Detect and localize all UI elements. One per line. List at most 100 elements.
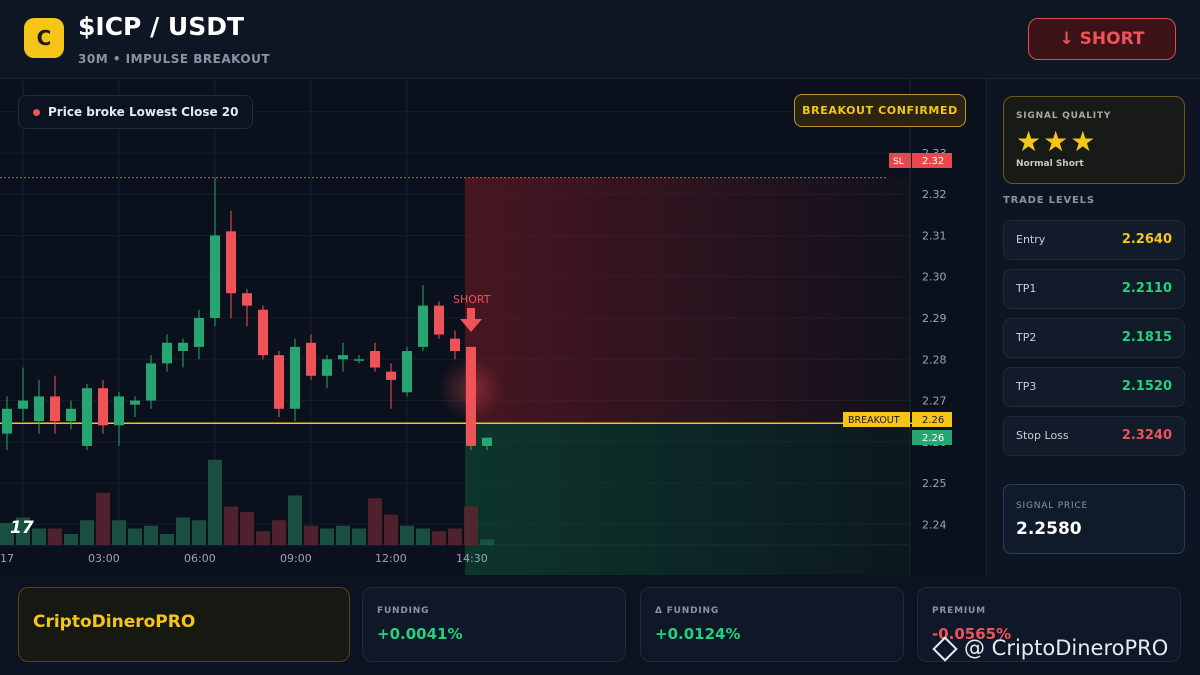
candle-body[interactable]	[322, 359, 332, 376]
signal-quality-desc: Normal Short	[1016, 159, 1084, 169]
star-rating-icon: ★★★	[1016, 125, 1098, 158]
volume-bar	[160, 534, 174, 545]
price-chart[interactable]: 2.342.332.322.312.302.292.282.272.262.25…	[0, 79, 986, 575]
volume-bar	[112, 520, 126, 545]
candle-body[interactable]	[354, 359, 364, 361]
short-button[interactable]: ↓ SHORT	[1028, 18, 1176, 60]
sl-tag-text: SL	[893, 157, 904, 167]
trade-levels-title: TRADE LEVELS	[1003, 195, 1095, 206]
volume-bar	[400, 525, 414, 545]
candle-body[interactable]	[2, 408, 12, 434]
candle-body[interactable]	[338, 355, 348, 360]
candle-body[interactable]	[130, 400, 140, 405]
level-label: Stop Loss	[1016, 429, 1069, 442]
level-value: 2.1815	[1121, 330, 1172, 345]
level-value: 2.2640	[1121, 232, 1172, 247]
breakout-price-label: 2.26	[912, 412, 952, 427]
delta-funding-label: Δ FUNDING	[655, 606, 720, 616]
volume-bar	[352, 528, 366, 545]
strategy-subtitle: 30M • IMPULSE BREAKOUT	[78, 52, 271, 66]
volume-bar	[480, 539, 494, 545]
signal-sidebar: SIGNAL QUALITY ★★★ Normal Short TRADE LE…	[986, 79, 1200, 575]
candle-body[interactable]	[370, 351, 380, 368]
signal-price-label: SIGNAL PRICE	[1016, 501, 1089, 511]
candle-body[interactable]	[66, 408, 76, 422]
candle-body[interactable]	[98, 388, 108, 426]
candle-body[interactable]	[418, 305, 428, 347]
signal-quality-card: SIGNAL QUALITY ★★★ Normal Short	[1003, 96, 1185, 184]
candle-body[interactable]	[18, 400, 28, 409]
level-value: 2.2110	[1121, 281, 1172, 296]
y-tick-label: 2.24	[922, 518, 947, 531]
signal-price-value: 2.2580	[1016, 519, 1082, 539]
volume-bar	[336, 525, 350, 545]
candle-body[interactable]	[226, 231, 236, 294]
volume-bar	[256, 531, 270, 545]
x-tick-label: 14:30	[456, 552, 488, 565]
candle-body[interactable]	[306, 342, 316, 376]
level-value: 2.1520	[1121, 379, 1172, 394]
candle-body[interactable]	[450, 338, 460, 352]
header: C $ICP / USDT 30M • IMPULSE BREAKOUT ↓ S…	[0, 0, 1200, 79]
candle-body[interactable]	[274, 355, 284, 409]
delta-funding-card: Δ FUNDING +0.0124%	[640, 587, 904, 662]
candle-body[interactable]	[146, 363, 156, 401]
volume-bar	[320, 528, 334, 545]
candle-body[interactable]	[482, 437, 492, 446]
legend-text: Price broke Lowest Close 20	[48, 105, 239, 119]
candle-body[interactable]	[34, 396, 44, 422]
level-label: TP3	[1016, 380, 1037, 393]
candle-body[interactable]	[402, 351, 412, 393]
candle-body[interactable]	[290, 346, 300, 409]
breakout-price-text: 2.26	[922, 415, 944, 426]
level-label: TP1	[1016, 282, 1037, 295]
coin-logo: C	[24, 18, 64, 58]
volume-bar	[416, 528, 430, 545]
volume-bar	[464, 506, 478, 545]
x-tick-label: 09:00	[280, 552, 312, 565]
level-tp3: TP3 2.1520	[1003, 367, 1185, 407]
level-label: TP2	[1016, 331, 1037, 344]
candle-body[interactable]	[114, 396, 124, 426]
candle-body[interactable]	[258, 309, 268, 356]
brand-name: CriptoDineroPRO	[33, 612, 196, 632]
volume-bar	[304, 525, 318, 545]
y-tick-label: 2.32	[922, 188, 947, 201]
level-tp1: TP1 2.2110	[1003, 269, 1185, 309]
candle-body[interactable]	[178, 342, 188, 352]
volume-bar	[208, 459, 222, 545]
candle-body[interactable]	[210, 235, 220, 318]
volume-bar	[368, 498, 382, 545]
footer: CriptoDineroPRO FUNDING +0.0041% Δ FUNDI…	[0, 575, 1200, 675]
brand-card: CriptoDineroPRO	[18, 587, 350, 662]
x-tick-label: 17	[0, 552, 14, 565]
candle-body[interactable]	[50, 396, 60, 422]
breakout-tag-text: BREAKOUT	[848, 415, 900, 426]
sl-price-label: 2.32	[912, 153, 952, 168]
volume-bar	[384, 514, 398, 545]
candle-body[interactable]	[242, 293, 252, 306]
premium-label: PREMIUM	[932, 606, 986, 616]
candle-body[interactable]	[194, 318, 204, 347]
volume-bar	[96, 492, 110, 545]
volume-bar	[432, 531, 446, 545]
candle-body[interactable]	[82, 388, 92, 446]
candle-body[interactable]	[386, 371, 396, 380]
y-tick-label: 2.30	[922, 271, 947, 284]
watermark-text: @ CriptoDineroPRO	[964, 636, 1169, 660]
y-tick-label: 2.29	[922, 312, 947, 325]
level-value: 2.3240	[1121, 428, 1172, 443]
watermark: @ CriptoDineroPRO	[932, 636, 1169, 662]
volume-bar	[32, 528, 46, 545]
candle-body[interactable]	[466, 346, 476, 446]
level-entry: Entry 2.2640	[1003, 220, 1185, 260]
last-price-text: 2.26	[922, 433, 944, 444]
candle-body[interactable]	[434, 305, 444, 335]
risk-zone	[465, 177, 910, 424]
last-price-label: 2.26	[912, 430, 952, 445]
candlestick-chart[interactable]: 2.342.332.322.312.302.292.282.272.262.25…	[0, 79, 986, 575]
candle-body[interactable]	[162, 342, 172, 364]
signal-quality-title: SIGNAL QUALITY	[1016, 111, 1112, 121]
delta-funding-value: +0.0124%	[655, 625, 741, 643]
short-marker-label: SHORT	[453, 293, 491, 306]
